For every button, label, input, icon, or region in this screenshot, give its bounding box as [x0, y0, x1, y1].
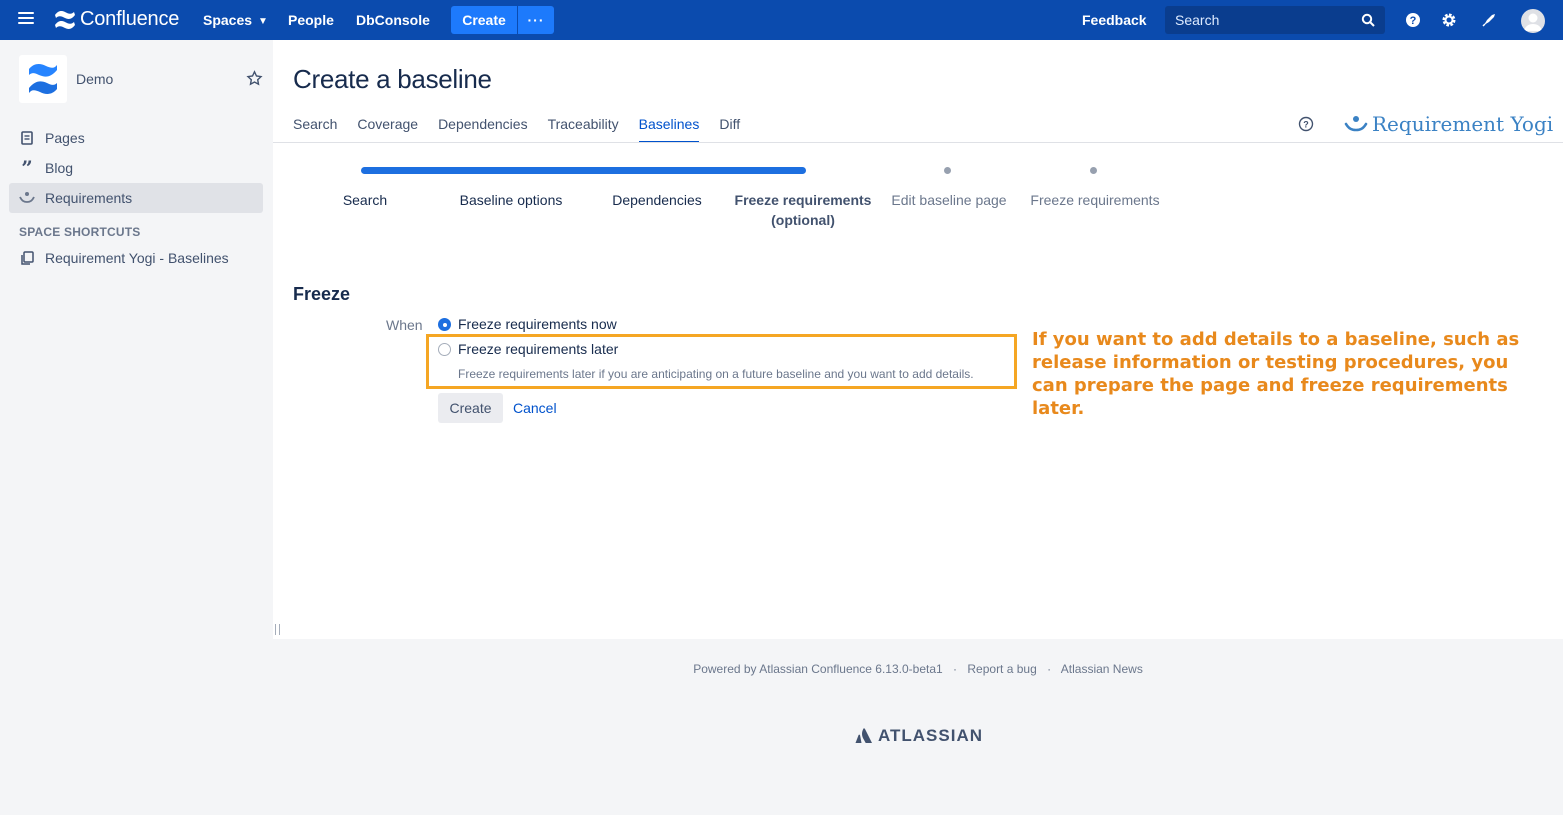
footer-links: Powered by Atlassian Confluence 6.13.0-b… — [273, 662, 1563, 676]
radio-freeze-later-label[interactable]: Freeze requirements later — [458, 341, 618, 357]
sidebar-item-pages[interactable]: Pages — [9, 123, 263, 153]
spaces-menu[interactable]: Spaces ▼ — [203, 12, 268, 28]
sidebar-item-requirements[interactable]: Requirements — [9, 183, 263, 213]
sidebar-item-blog[interactable]: ” Blog — [9, 153, 263, 183]
sidebar-item-label: Pages — [45, 130, 85, 146]
step-dependencies: Dependencies — [612, 192, 702, 208]
freeze-later-description: Freeze requirements later if you are ant… — [458, 367, 974, 381]
brand-name: Confluence — [80, 8, 180, 30]
page-title: Create a baseline — [293, 64, 492, 94]
help-icon[interactable]: ? — [1404, 11, 1422, 29]
pages-icon — [19, 130, 35, 146]
cancel-link[interactable]: Cancel — [513, 400, 557, 416]
confluence-logo[interactable]: Confluence — [54, 8, 179, 31]
wizard-progress-bar — [361, 167, 806, 174]
powered-by-link[interactable]: Powered by Atlassian Confluence 6.13.0-b… — [693, 662, 943, 676]
shortcut-label: Requirement Yogi - Baselines — [45, 250, 229, 266]
radio-freeze-now[interactable] — [438, 318, 451, 331]
step-search: Search — [342, 192, 388, 208]
requirements-icon — [19, 190, 35, 206]
annotation-line: If you want to add details to a baseline… — [1032, 329, 1520, 350]
tab-bar: Search Coverage Dependencies Traceabilit… — [293, 116, 760, 143]
tab-diff[interactable]: Diff — [719, 116, 740, 143]
atlassian-logo: ATLASSIAN — [855, 726, 983, 746]
create-button[interactable]: Create — [451, 6, 517, 34]
annotation-line: can prepare the page and freeze requirem… — [1032, 375, 1508, 419]
create-more-button[interactable]: ··· — [518, 6, 554, 34]
annotation-callout: If you want to add details to a baseline… — [1032, 328, 1552, 420]
confluence-logo-icon — [55, 10, 75, 29]
notifications-icon[interactable] — [1480, 11, 1498, 29]
requirement-yogi-logo: Requirement Yogi — [1344, 112, 1553, 136]
step-freeze-requirements-optional: Freeze requirements (optional) — [734, 192, 872, 228]
radio-freeze-later[interactable] — [438, 343, 451, 356]
create-baseline-button[interactable]: Create — [438, 393, 503, 423]
space-confluence-icon — [29, 64, 57, 94]
tabs-divider — [273, 142, 1563, 143]
footer: Powered by Atlassian Confluence 6.13.0-b… — [273, 640, 1563, 815]
feedback-link[interactable]: Feedback — [1082, 12, 1147, 28]
svg-text:?: ? — [1410, 15, 1417, 27]
requirement-yogi-logo-icon — [1344, 116, 1368, 132]
step-freeze-requirements: Freeze requirements — [1030, 192, 1160, 208]
user-avatar[interactable] — [1521, 9, 1545, 33]
chevron-down-icon: ▼ — [258, 16, 268, 27]
search-box[interactable] — [1165, 6, 1385, 34]
atlassian-wordmark: ATLASSIAN — [878, 726, 984, 745]
tab-dependencies[interactable]: Dependencies — [438, 116, 528, 143]
space-shortcuts-heading: SPACE SHORTCUTS — [19, 225, 141, 239]
top-navigation: Confluence Spaces ▼ People DbConsole Crea… — [0, 0, 1563, 40]
question-circle-icon[interactable]: ? — [1298, 116, 1314, 132]
step-dot-edit-baseline-page — [944, 167, 951, 174]
tab-search[interactable]: Search — [293, 116, 337, 143]
star-icon[interactable] — [246, 70, 263, 87]
avatar-icon — [1524, 13, 1542, 31]
shortcut-requirement-yogi-baselines[interactable]: Requirement Yogi - Baselines — [9, 243, 263, 273]
footer-separator: · — [953, 662, 958, 676]
copy-icon — [19, 250, 35, 266]
freeze-heading: Freeze — [293, 284, 351, 304]
sidebar-resize-handle[interactable] — [275, 624, 280, 635]
sidebar-item-label: Blog — [45, 160, 74, 176]
atlassian-logo-icon — [855, 728, 872, 743]
report-bug-link[interactable]: Report a bug — [967, 662, 1036, 676]
step-baseline-options: Baseline options — [459, 192, 563, 208]
tab-traceability[interactable]: Traceability — [548, 116, 619, 143]
step-edit-baseline-page: Edit baseline page — [891, 192, 1007, 208]
annotation-line: release information or testing procedure… — [1032, 352, 1509, 373]
dbconsole-link[interactable]: DbConsole — [356, 12, 430, 28]
requirement-yogi-label: Requirement Yogi — [1372, 112, 1554, 136]
tab-coverage[interactable]: Coverage — [357, 116, 418, 143]
sidebar-item-label: Requirements — [45, 190, 133, 206]
gear-icon[interactable] — [1440, 11, 1458, 29]
step-dot-freeze-requirements — [1090, 167, 1097, 174]
tab-baselines[interactable]: Baselines — [638, 116, 699, 143]
footer-separator: · — [1047, 662, 1052, 676]
space-name[interactable]: Demo — [76, 71, 113, 87]
main-content: Create a baseline Search Coverage Depend… — [273, 40, 1563, 639]
spaces-label: Spaces — [203, 12, 253, 28]
app-switcher-menu-icon[interactable] — [18, 12, 34, 28]
when-label: When — [386, 317, 423, 333]
svg-text:?: ? — [1303, 120, 1309, 130]
people-link[interactable]: People — [288, 12, 334, 28]
sidebar: Demo Pages ” Blog Requirements SPACE SHO… — [0, 40, 273, 640]
space-logo[interactable] — [19, 55, 67, 103]
search-input[interactable] — [1175, 12, 1345, 28]
atlassian-news-link[interactable]: Atlassian News — [1061, 662, 1143, 676]
blog-icon: ” — [21, 156, 33, 180]
radio-freeze-now-label[interactable]: Freeze requirements now — [458, 316, 617, 332]
search-icon[interactable] — [1361, 13, 1375, 27]
